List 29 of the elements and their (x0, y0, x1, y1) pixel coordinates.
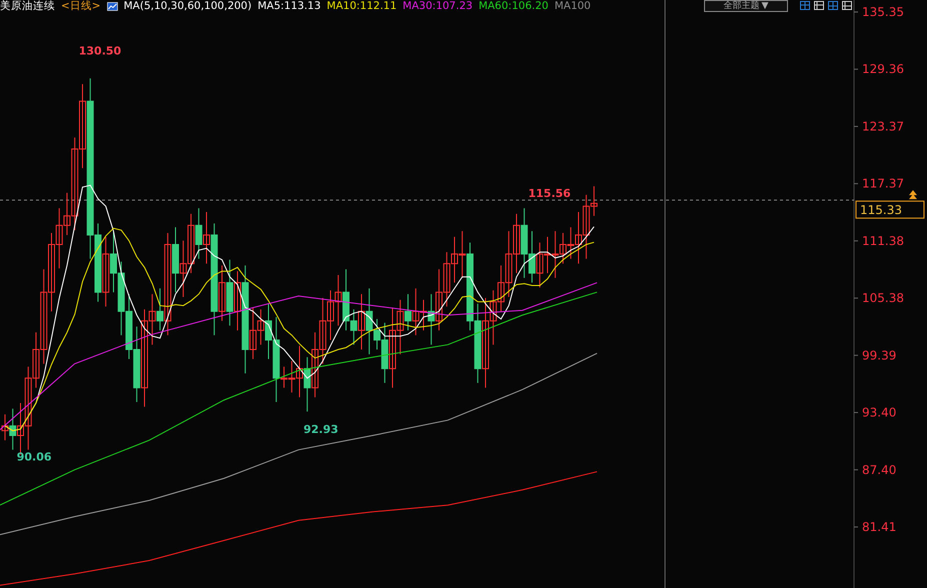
axis-label: 129.36 (862, 62, 904, 76)
legend-label: MA30:107.23 (402, 0, 473, 12)
legend-label: MA60:106.20 (478, 0, 548, 12)
instrument-title: 美原油连续 (0, 0, 55, 12)
layout-icon[interactable] (814, 1, 824, 10)
legend-label: MA5:113.13 (258, 0, 321, 12)
price-annotation: 130.50 (78, 44, 122, 58)
legend-label: MA100 (554, 0, 591, 12)
up-arrow-icon (909, 190, 917, 200)
period-label: <日线> (61, 0, 101, 12)
current-price-box (856, 200, 924, 219)
axis-label: 111.38 (862, 234, 904, 248)
price-annotation: 92.93 (304, 423, 338, 436)
price-annotation: 90.06 (16, 450, 52, 464)
axis-label: 117.37 (862, 176, 904, 191)
axis-label: 99.39 (862, 348, 896, 362)
axis-label: 123.37 (862, 119, 904, 134)
axis-label: 87.40 (862, 462, 896, 477)
axis-label: 105.38 (862, 291, 904, 306)
theme-dropdown[interactable]: 全部主题 ▼ (704, 0, 788, 12)
axis-label: 93.40 (862, 406, 896, 420)
line-chart-icon[interactable] (106, 2, 118, 10)
axis-label: 81.41 (862, 520, 896, 534)
layout-icon[interactable] (842, 1, 852, 10)
legend-label: MA10:112.11 (326, 0, 397, 12)
legend-label: MA(5,10,30,60,100,200) (124, 0, 252, 12)
axis-label: 135.35 (862, 5, 904, 19)
price-annotation: 115.56 (528, 186, 571, 200)
current-price: 115.33 (860, 203, 902, 218)
